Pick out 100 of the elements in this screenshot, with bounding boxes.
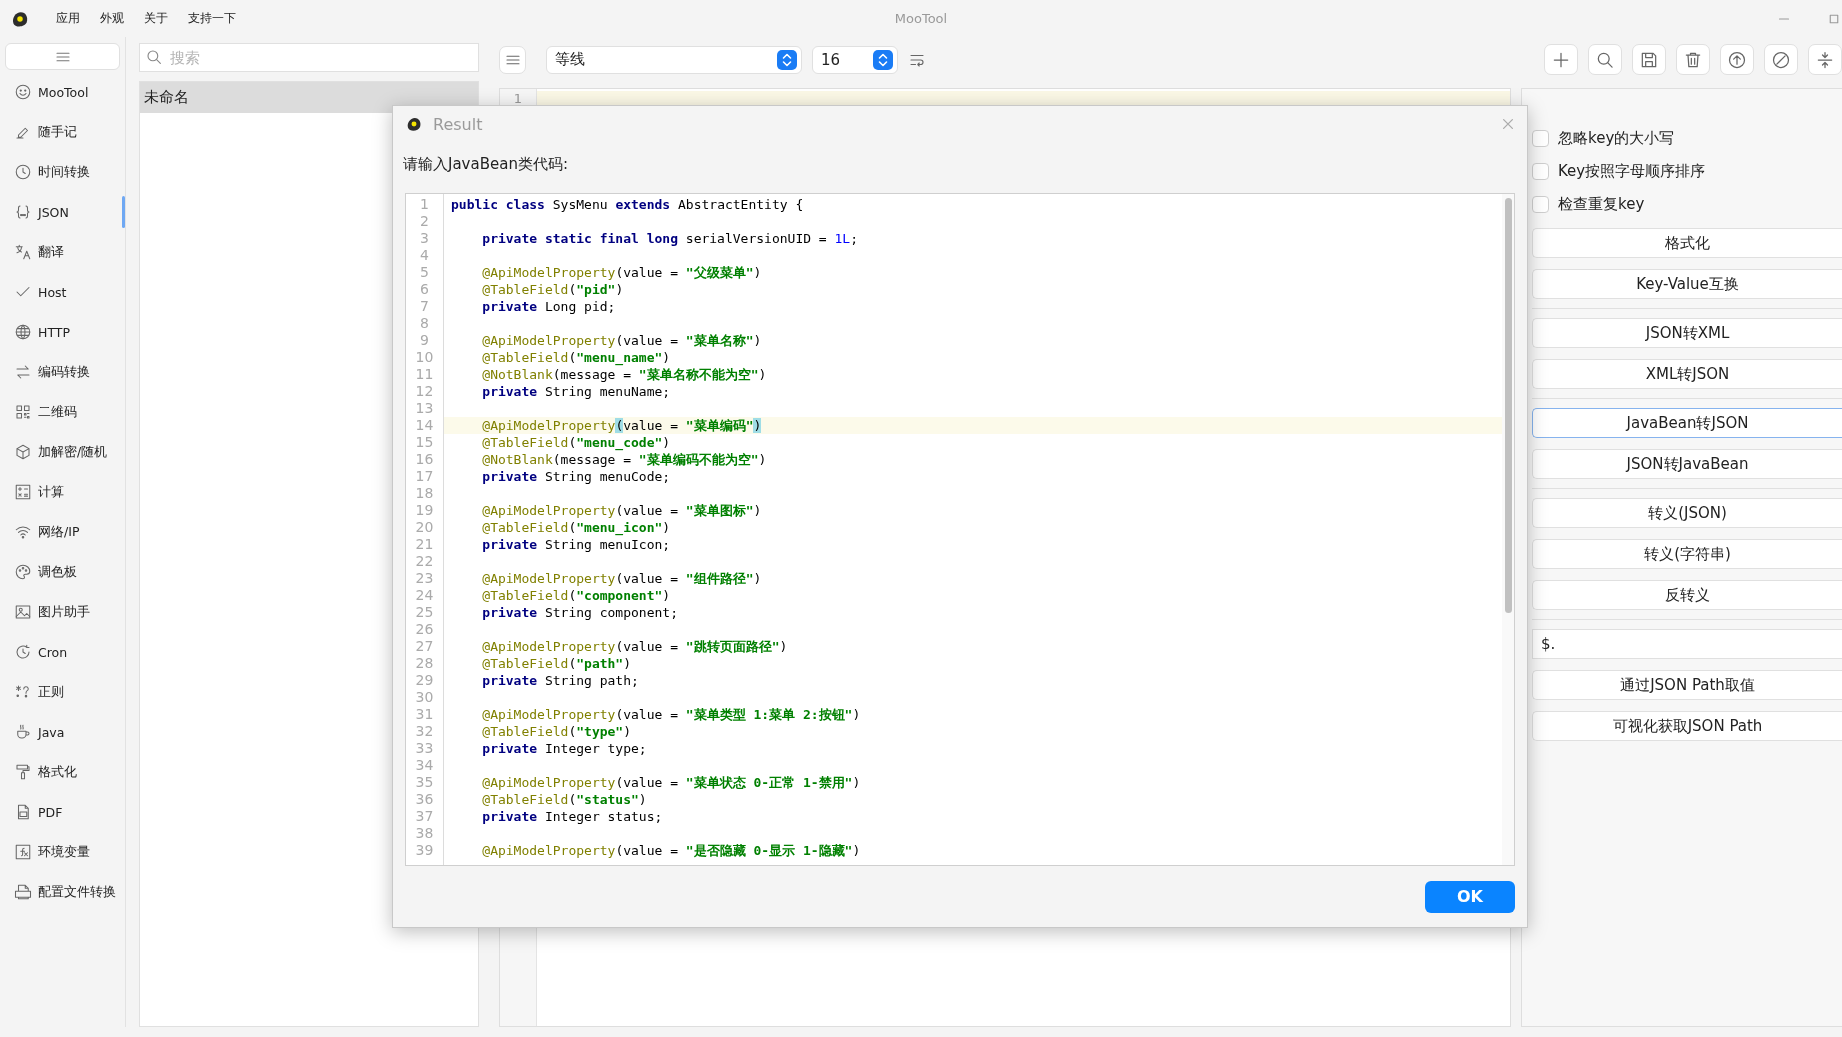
line-number: 38 (414, 825, 435, 842)
sidebar-item[interactable]: Cron (0, 632, 125, 672)
sidebar-item[interactable]: 随手记 (0, 112, 125, 152)
line-number: 19 (414, 502, 435, 519)
search-button[interactable] (1588, 44, 1622, 75)
ok-button[interactable]: OK (1425, 880, 1515, 913)
code-line: @TableField("type") (481, 723, 633, 740)
menu-item[interactable]: 关于 (144, 10, 168, 27)
paint-roller-icon (14, 763, 32, 781)
line-number: 1 (512, 91, 524, 108)
font-select[interactable]: 等线 (546, 45, 802, 74)
search-field[interactable]: 搜索 (139, 43, 479, 72)
line-number: 14 (414, 417, 435, 434)
action-button[interactable]: 反转义 (1532, 580, 1842, 610)
code-line: private String menuIcon; (481, 536, 672, 553)
collapse-button[interactable] (1808, 44, 1842, 75)
line-number: 28 (414, 655, 435, 672)
action-button[interactable]: 可视化获取JSON Path (1532, 711, 1842, 741)
line-number: 9 (419, 332, 430, 349)
sidebar-item[interactable]: 二维码 (0, 392, 125, 432)
code-line: @ApiModelProperty(value = "跳转页面路径") (481, 638, 789, 655)
sidebar-item[interactable]: 环境变量 (0, 832, 125, 872)
code-line: private String path; (481, 672, 640, 689)
action-button[interactable]: JSON转JavaBean (1532, 449, 1842, 479)
sidebar-item[interactable]: 图片助手 (0, 592, 125, 632)
note-list-item[interactable]: 未命名 (140, 82, 478, 113)
sidebar-item[interactable]: Java (0, 712, 125, 752)
upload-button[interactable] (1720, 44, 1754, 75)
line-number: 8 (419, 315, 430, 332)
checkbox[interactable] (1532, 196, 1549, 213)
app-logo-icon (405, 115, 423, 133)
add-button[interactable] (1544, 44, 1578, 75)
checkbox-label[interactable]: Key按照字母顺序排序 (1558, 162, 1706, 181)
code-line: @ApiModelProperty(value = "菜单类型 1:菜单 2:按钮") (481, 706, 862, 723)
sidebar-item[interactable]: 调色板 (0, 552, 125, 592)
maximize-icon[interactable] (1828, 12, 1840, 25)
window-title: MooTool (894, 11, 948, 26)
sidebar-item[interactable]: MooTool (0, 72, 125, 112)
cube-icon (14, 443, 32, 461)
sidebar-item[interactable]: Host (0, 272, 125, 312)
sidebar-item[interactable]: 网络/IP (0, 512, 125, 552)
line-number: 39 (414, 842, 435, 859)
sidebar-item[interactable]: 时间转换 (0, 152, 125, 192)
sidebar-item[interactable]: PDF (0, 792, 125, 832)
line-number: 11 (414, 366, 435, 383)
sidebar-item[interactable]: 格式化 (0, 752, 125, 792)
action-button[interactable]: Key-Value互换 (1532, 269, 1842, 299)
action-button[interactable]: JavaBean转JSON (1532, 408, 1842, 438)
sidebar-item[interactable]: JSON (0, 192, 125, 232)
sidebar-item[interactable]: 正则 (0, 672, 125, 712)
line-number: 21 (414, 536, 435, 553)
line-number: 3 (419, 230, 430, 247)
upload-icon (1727, 49, 1747, 70)
menu-item[interactable]: 支持一下 (188, 10, 236, 27)
checkbox[interactable] (1532, 130, 1549, 147)
action-button[interactable]: XML转JSON (1532, 359, 1842, 389)
checkbox[interactable] (1532, 163, 1549, 180)
code-line: @ApiModelProperty(value = "菜单图标") (481, 502, 763, 519)
line-number: 27 (414, 638, 435, 655)
action-button[interactable]: 格式化 (1532, 228, 1842, 258)
code-line: @TableField("path") (481, 655, 633, 672)
code-line: public class SysMenu extends AbstractEntity { (450, 196, 805, 213)
spinner-icon (777, 49, 797, 70)
menu-item[interactable]: 应用 (56, 10, 80, 27)
line-number: 13 (414, 400, 435, 417)
font-size-select[interactable]: 16 (812, 45, 898, 74)
coffee-cup-icon (14, 723, 32, 741)
action-button[interactable]: 转义(字符串) (1532, 539, 1842, 569)
braces-icon (14, 203, 32, 221)
json-path-field[interactable]: $. (1532, 629, 1842, 659)
clear-button[interactable] (1764, 44, 1798, 75)
code-line: @ApiModelProperty(value = "菜单名称") (481, 332, 763, 349)
save-button[interactable] (1632, 44, 1666, 75)
menu-item[interactable]: 外观 (100, 10, 124, 27)
menu-button[interactable] (499, 45, 526, 74)
calculator-icon (14, 483, 32, 501)
line-number: 12 (414, 383, 435, 400)
sidebar-item[interactable]: HTTP (0, 312, 125, 352)
scrollbar[interactable] (1502, 194, 1514, 865)
sidebar-item[interactable]: 翻译 (0, 232, 125, 272)
sidebar-item[interactable]: 加解密/随机 (0, 432, 125, 472)
wifi-icon (14, 523, 32, 541)
delete-button[interactable] (1676, 44, 1710, 75)
line-number: 10 (414, 349, 435, 366)
line-number: 37 (414, 808, 435, 825)
sidebar-item[interactable]: 计算 (0, 472, 125, 512)
line-number: 26 (414, 621, 435, 638)
code-line: @ApiModelProperty(value = "父级菜单") (481, 264, 763, 281)
menu-button[interactable] (5, 43, 120, 70)
action-button[interactable]: 通过JSON Path取值 (1532, 670, 1842, 700)
checkbox-label[interactable]: 忽略key的大小写 (1558, 129, 1675, 148)
sidebar-item[interactable]: 配置文件转换 (0, 872, 125, 912)
action-button[interactable]: JSON转XML (1532, 318, 1842, 348)
line-number: 7 (419, 298, 430, 315)
sidebar-item[interactable]: 编码转换 (0, 352, 125, 392)
action-button[interactable]: 转义(JSON) (1532, 498, 1842, 528)
checkbox-label[interactable]: 检查重复key (1558, 195, 1645, 214)
code-line: @TableField("component") (481, 587, 672, 604)
close-icon[interactable] (1501, 117, 1515, 131)
code-line: @ApiModelProperty(value = "菜单状态 0-正常 1-禁用") (481, 774, 862, 791)
